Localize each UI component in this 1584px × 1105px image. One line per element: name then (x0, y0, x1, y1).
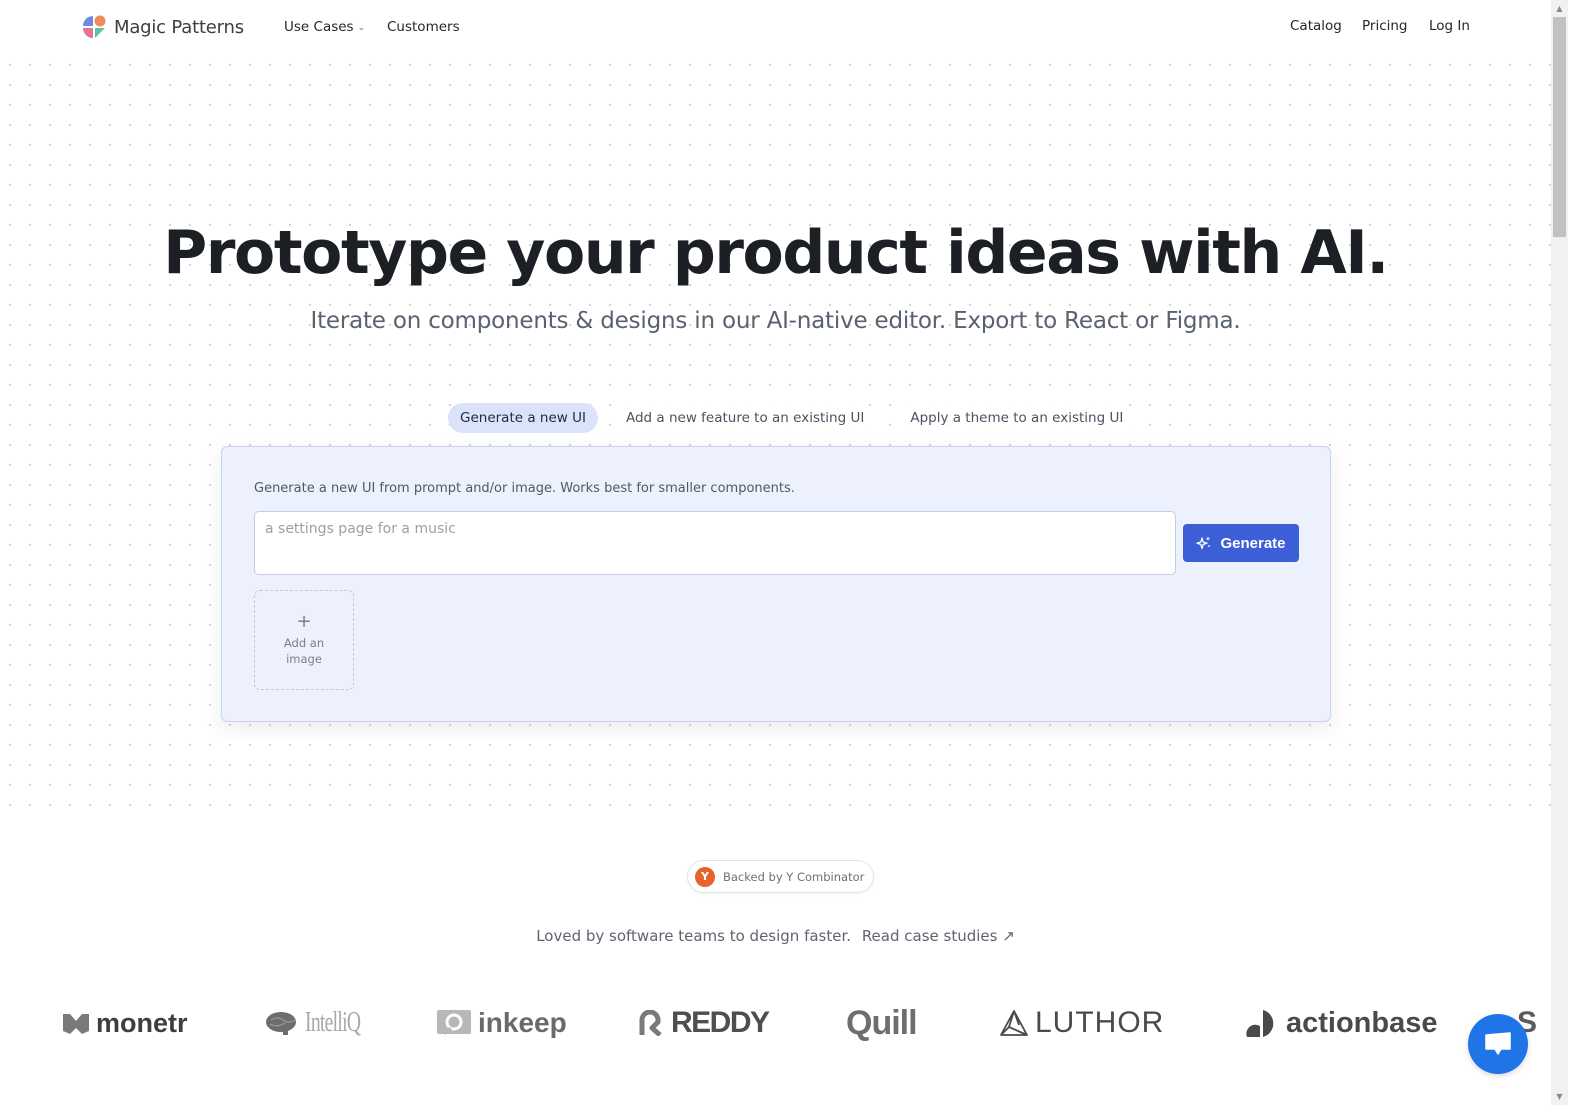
generate-button[interactable]: Generate (1183, 524, 1299, 562)
y-combinator-logo-icon: Y (695, 866, 715, 887)
generate-button-label: Generate (1220, 534, 1286, 552)
yc-badge[interactable]: Y Backed by Y Combinator (687, 860, 875, 893)
reddy-mark-icon (639, 1010, 662, 1036)
nav-use-cases-label: Use Cases (284, 19, 354, 35)
logo-inkeep-text: inkeep (478, 1007, 567, 1038)
nav-pricing[interactable]: Pricing (1362, 18, 1408, 34)
logo-intelliq: IntelliQ (265, 995, 384, 1051)
top-nav: Magic Patterns Use Cases ⌄ Customers Cat… (0, 0, 1551, 55)
nav-pricing-label: Pricing (1362, 18, 1408, 34)
scroll-down-arrow-icon[interactable]: ▼ (1551, 1088, 1568, 1105)
logo-reddy: REDDY (639, 995, 770, 1051)
generator-description: Generate a new UI from prompt and/or ima… (254, 481, 795, 496)
brand-name: Magic Patterns (114, 17, 244, 38)
logo-inkeep: inkeep (436, 995, 567, 1051)
prompt-input[interactable] (254, 511, 1176, 575)
tab-add-feature[interactable]: Add a new feature to an existing UI (613, 403, 877, 433)
brain-icon (266, 1012, 296, 1035)
mode-tabs: Generate a new UI Add a new feature to a… (448, 403, 1136, 433)
brand-logo-link[interactable]: Magic Patterns (82, 15, 244, 40)
add-image-button[interactable]: + Add an image (254, 590, 354, 690)
nav-use-cases[interactable]: Use Cases ⌄ (284, 19, 365, 35)
chevron-down-icon: ⌄ (357, 22, 366, 33)
luthor-mark-icon (1000, 1010, 1028, 1036)
logo-luthor: LUTHOR (999, 995, 1164, 1051)
hero-title: Prototype your product ideas with AI. (163, 218, 1389, 288)
plus-icon: + (296, 611, 312, 632)
tab-apply-theme[interactable]: Apply a theme to an existing UI (898, 403, 1136, 433)
logo-luthor-text: LUTHOR (1035, 1006, 1165, 1039)
nav-log-in[interactable]: Log In (1429, 18, 1470, 34)
social-proof-text: Loved by software teams to design faster… (536, 927, 852, 945)
page: Magic Patterns Use Cases ⌄ Customers Cat… (0, 0, 1551, 1105)
logo-monetr: monetr (62, 995, 188, 1051)
scrollbar-thumb[interactable] (1553, 17, 1566, 237)
chat-bubble-icon (1485, 1032, 1511, 1055)
yc-badge-text: Backed by Y Combinator (723, 869, 865, 884)
inkeep-mark-icon (437, 1010, 471, 1036)
logo-actionbase-text: actionbase (1286, 1006, 1438, 1039)
window-edge (1568, 0, 1584, 1105)
logo-intelliq-text: IntelliQ (305, 1007, 361, 1038)
page-scrollbar[interactable]: ▲ ▼ (1551, 0, 1568, 1105)
nav-log-in-label: Log In (1429, 18, 1470, 34)
customer-logos: monetr IntelliQ inkeep REDDY Quill LUTHO… (0, 995, 1551, 1055)
logo-quill: Quill (846, 995, 918, 1051)
logo-reddy-text: REDDY (671, 1006, 770, 1039)
tab-generate-new-ui[interactable]: Generate a new UI (448, 403, 598, 433)
nav-customers[interactable]: Customers (387, 19, 460, 35)
nav-customers-label: Customers (387, 19, 460, 35)
actionbase-mark-icon (1246, 1010, 1274, 1037)
chat-widget-button[interactable] (1468, 1014, 1528, 1074)
nav-catalog[interactable]: Catalog (1290, 18, 1342, 34)
generator-card: Generate a new UI from prompt and/or ima… (221, 446, 1331, 722)
logo-quill-text: Quill (846, 1003, 918, 1042)
social-proof: Loved by software teams to design faster… (0, 927, 1551, 945)
logo-monetr-text: monetr (96, 1007, 188, 1038)
logo-actionbase: actionbase (1246, 995, 1438, 1051)
monetr-mark-icon (63, 1014, 89, 1034)
scroll-up-arrow-icon[interactable]: ▲ (1551, 0, 1568, 17)
add-image-label: Add an image (283, 636, 325, 666)
nav-catalog-label: Catalog (1290, 18, 1342, 34)
read-case-studies-link[interactable]: Read case studies ↗ (862, 927, 1015, 945)
hero-subtitle: Iterate on components & designs in our A… (310, 308, 1241, 334)
sparkles-icon (1196, 536, 1211, 550)
magic-patterns-logo-icon (83, 15, 106, 38)
